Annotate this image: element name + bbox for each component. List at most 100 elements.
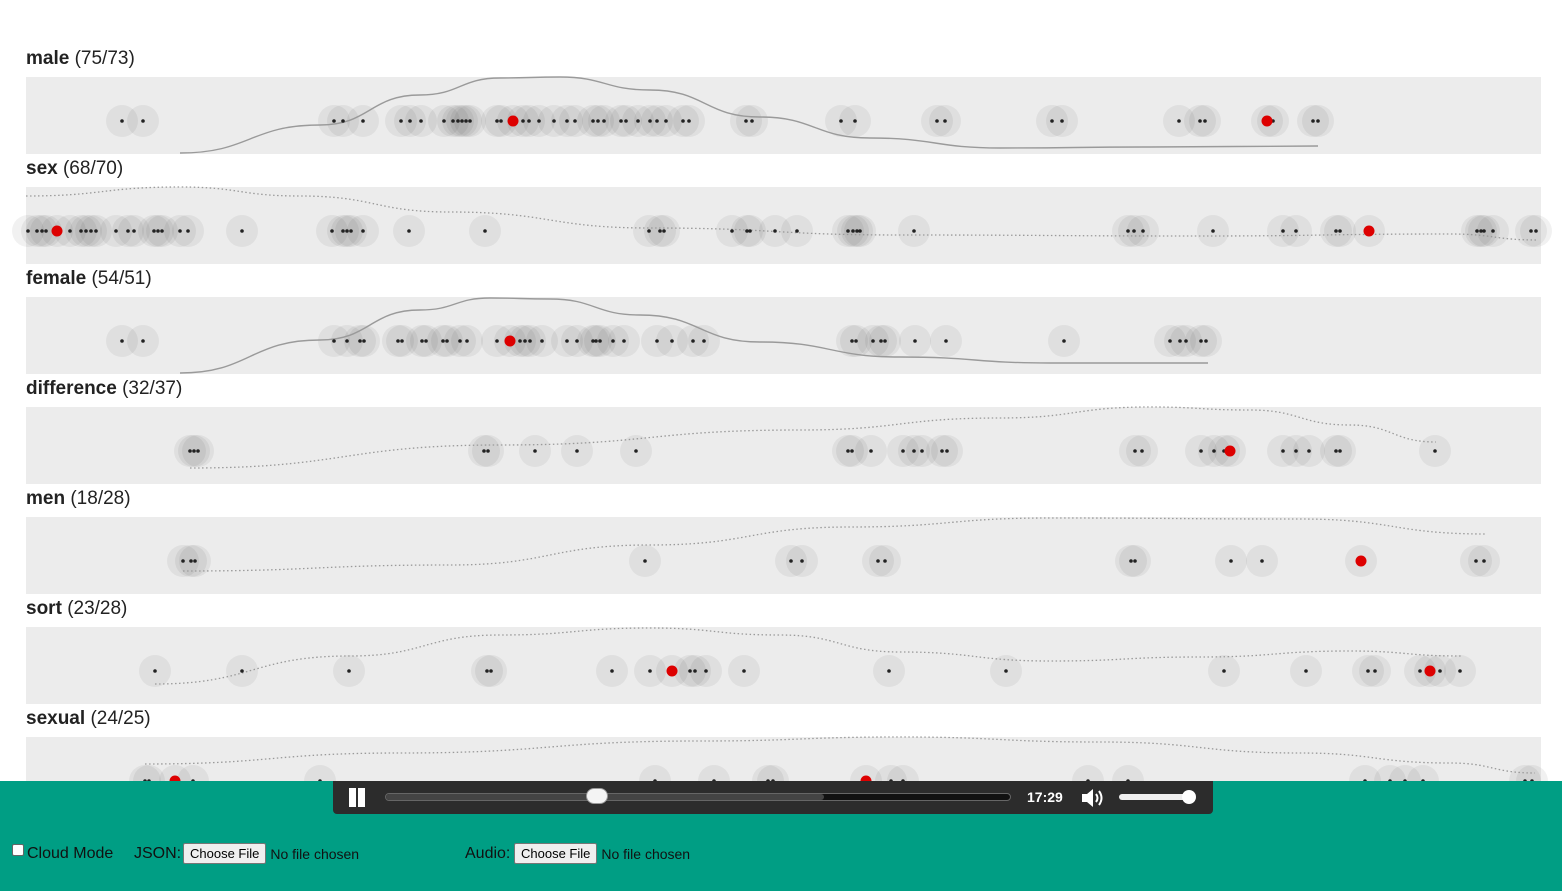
occurrence-dot[interactable] — [1304, 669, 1308, 673]
occurrence-dot[interactable] — [773, 229, 777, 233]
occurrence-dot[interactable] — [1222, 669, 1226, 673]
occurrence-dot[interactable] — [1140, 449, 1144, 453]
occurrence-dot[interactable] — [1338, 449, 1342, 453]
occurrence-dot[interactable] — [126, 229, 130, 233]
occurrence-dot[interactable] — [396, 339, 400, 343]
occurrence-dot[interactable] — [1491, 229, 1495, 233]
volume-icon[interactable] — [1080, 787, 1106, 809]
occurrence-dot[interactable] — [1294, 449, 1298, 453]
volume-slider[interactable] — [1119, 794, 1191, 800]
occurrence-dot[interactable] — [181, 559, 185, 563]
occurrence-dot[interactable] — [332, 119, 336, 123]
occurrence-dot[interactable] — [664, 119, 668, 123]
occurrence-dot[interactable] — [1212, 449, 1216, 453]
occurrence-dot[interactable] — [114, 229, 118, 233]
occurrence-dot[interactable] — [750, 119, 754, 123]
occurrence-dot[interactable] — [1366, 669, 1370, 673]
occurrence-dot[interactable] — [141, 119, 145, 123]
cloud-mode-checkbox[interactable] — [12, 844, 24, 856]
occurrence-dot[interactable] — [670, 339, 674, 343]
occurrence-dot[interactable] — [702, 339, 706, 343]
occurrence-dot[interactable] — [691, 339, 695, 343]
occurrence-dot[interactable] — [499, 119, 503, 123]
occurrence-dot[interactable] — [84, 229, 88, 233]
occurrence-dot[interactable] — [876, 559, 880, 563]
occurrence-dot[interactable] — [141, 339, 145, 343]
occurrence-dot[interactable] — [528, 339, 532, 343]
occurrence-dot[interactable] — [1141, 229, 1145, 233]
occurrence-dot[interactable] — [1529, 229, 1533, 233]
active-occurrence-dot[interactable] — [51, 225, 63, 237]
occurrence-dot[interactable] — [1482, 559, 1486, 563]
occurrence-dot[interactable] — [850, 449, 854, 453]
occurrence-dot[interactable] — [483, 229, 487, 233]
occurrence-dot[interactable] — [1203, 119, 1207, 123]
occurrence-dot[interactable] — [345, 339, 349, 343]
occurrence-dot[interactable] — [196, 449, 200, 453]
occurrence-dot[interactable] — [1433, 449, 1437, 453]
occurrence-dot[interactable] — [156, 229, 160, 233]
occurrence-dot[interactable] — [486, 449, 490, 453]
occurrence-dot[interactable] — [341, 119, 345, 123]
audio-file-input[interactable]: Choose File No file chosen — [514, 843, 690, 864]
occurrence-dot[interactable] — [744, 119, 748, 123]
occurrence-dot[interactable] — [188, 449, 192, 453]
occurrence-dot[interactable] — [400, 339, 404, 343]
occurrence-dot[interactable] — [913, 339, 917, 343]
occurrence-dot[interactable] — [610, 669, 614, 673]
json-choose-file-button[interactable]: Choose File — [183, 843, 267, 864]
occurrence-dot[interactable] — [341, 229, 345, 233]
occurrence-dot[interactable] — [742, 669, 746, 673]
occurrence-dot[interactable] — [451, 119, 455, 123]
occurrence-dot[interactable] — [565, 119, 569, 123]
occurrence-dot[interactable] — [445, 339, 449, 343]
occurrence-dot[interactable] — [648, 119, 652, 123]
occurrence-dot[interactable] — [704, 669, 708, 673]
occurrence-dot[interactable] — [1204, 339, 1208, 343]
active-occurrence-dot[interactable] — [1424, 665, 1436, 677]
occurrence-dot[interactable] — [358, 339, 362, 343]
occurrence-dot[interactable] — [681, 119, 685, 123]
occurrence-dot[interactable] — [1316, 119, 1320, 123]
occurrence-dot[interactable] — [1168, 339, 1172, 343]
occurrence-dot[interactable] — [347, 669, 351, 673]
occurrence-dot[interactable] — [611, 339, 615, 343]
occurrence-dot[interactable] — [1458, 669, 1462, 673]
occurrence-dot[interactable] — [458, 339, 462, 343]
occurrence-dot[interactable] — [800, 559, 804, 563]
occurrence-dot[interactable] — [619, 119, 623, 123]
occurrence-dot[interactable] — [573, 119, 577, 123]
occurrence-dot[interactable] — [1126, 229, 1130, 233]
occurrence-dot[interactable] — [68, 229, 72, 233]
occurrence-dot[interactable] — [575, 449, 579, 453]
seek-thumb[interactable] — [586, 788, 608, 804]
occurrence-dot[interactable] — [1199, 339, 1203, 343]
active-occurrence-dot[interactable] — [666, 665, 678, 677]
occurrence-dot[interactable] — [407, 229, 411, 233]
occurrence-dot[interactable] — [1307, 449, 1311, 453]
occurrence-dot[interactable] — [854, 339, 858, 343]
occurrence-dot[interactable] — [912, 449, 916, 453]
occurrence-dot[interactable] — [523, 339, 527, 343]
occurrence-dot[interactable] — [420, 339, 424, 343]
occurrence-dot[interactable] — [1132, 229, 1136, 233]
occurrence-dot[interactable] — [647, 229, 651, 233]
occurrence-dot[interactable] — [851, 229, 855, 233]
occurrence-dot[interactable] — [419, 119, 423, 123]
occurrence-dot[interactable] — [495, 339, 499, 343]
occurrence-dot[interactable] — [495, 119, 499, 123]
occurrence-dot[interactable] — [153, 669, 157, 673]
occurrence-dot[interactable] — [192, 449, 196, 453]
occurrence-dot[interactable] — [687, 119, 691, 123]
occurrence-dot[interactable] — [1177, 119, 1181, 123]
occurrence-dot[interactable] — [465, 339, 469, 343]
occurrence-dot[interactable] — [537, 119, 541, 123]
occurrence-dot[interactable] — [1184, 339, 1188, 343]
occurrence-dot[interactable] — [540, 339, 544, 343]
occurrence-dot[interactable] — [850, 339, 854, 343]
occurrence-dot[interactable] — [598, 339, 602, 343]
occurrence-dot[interactable] — [345, 229, 349, 233]
seek-bar[interactable] — [385, 788, 1011, 804]
occurrence-dot[interactable] — [943, 119, 947, 123]
occurrence-dot[interactable] — [879, 339, 883, 343]
